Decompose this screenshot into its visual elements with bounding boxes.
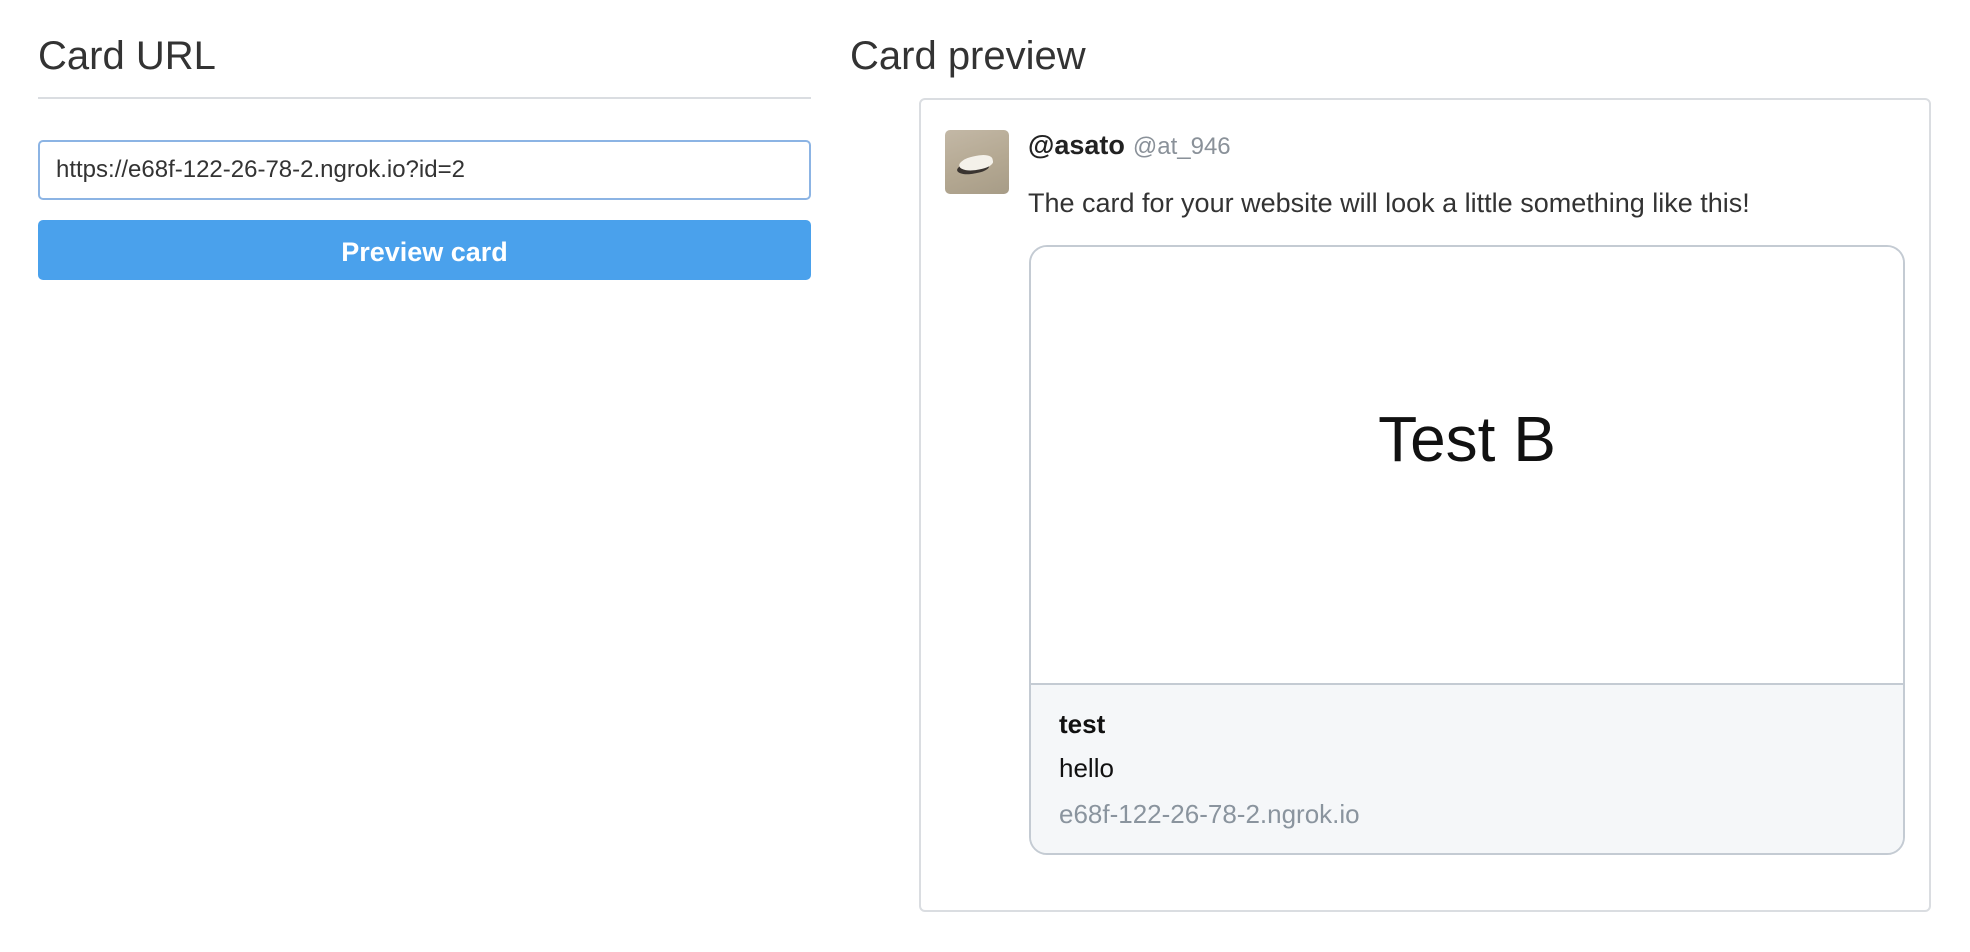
card-url-heading: Card URL: [38, 34, 216, 78]
tweet-text: The card for your website will look a li…: [1028, 188, 1750, 218]
tweet-handle: @at_946: [1132, 133, 1231, 160]
card-preview-heading: Card preview: [850, 34, 1086, 78]
card-image-text: Test B: [1378, 403, 1556, 475]
card-image: Test B: [1031, 247, 1903, 685]
card-details: test hello e68f-122-26-78-2.ngrok.io: [1031, 685, 1903, 853]
tweet-preview: @asato @at_946 The card for your website …: [919, 98, 1931, 912]
page: Card URL Preview card Card preview @asat…: [0, 0, 1970, 952]
avatar-photo-icon: [945, 130, 1009, 194]
link-card[interactable]: Test B test hello e68f-122-26-78-2.ngrok…: [1029, 245, 1905, 855]
heading-divider: [38, 97, 811, 99]
card-domain: e68f-122-26-78-2.ngrok.io: [1059, 799, 1360, 829]
tweet-header: @asato @at_946: [1028, 130, 1231, 161]
card-description: hello: [1059, 753, 1114, 783]
preview-card-button[interactable]: Preview card: [38, 220, 811, 280]
tweet-display-name: @asato: [1028, 130, 1125, 160]
avatar-bird-shape: [957, 152, 995, 174]
card-url-input[interactable]: [38, 140, 811, 200]
card-title: test: [1059, 709, 1106, 739]
